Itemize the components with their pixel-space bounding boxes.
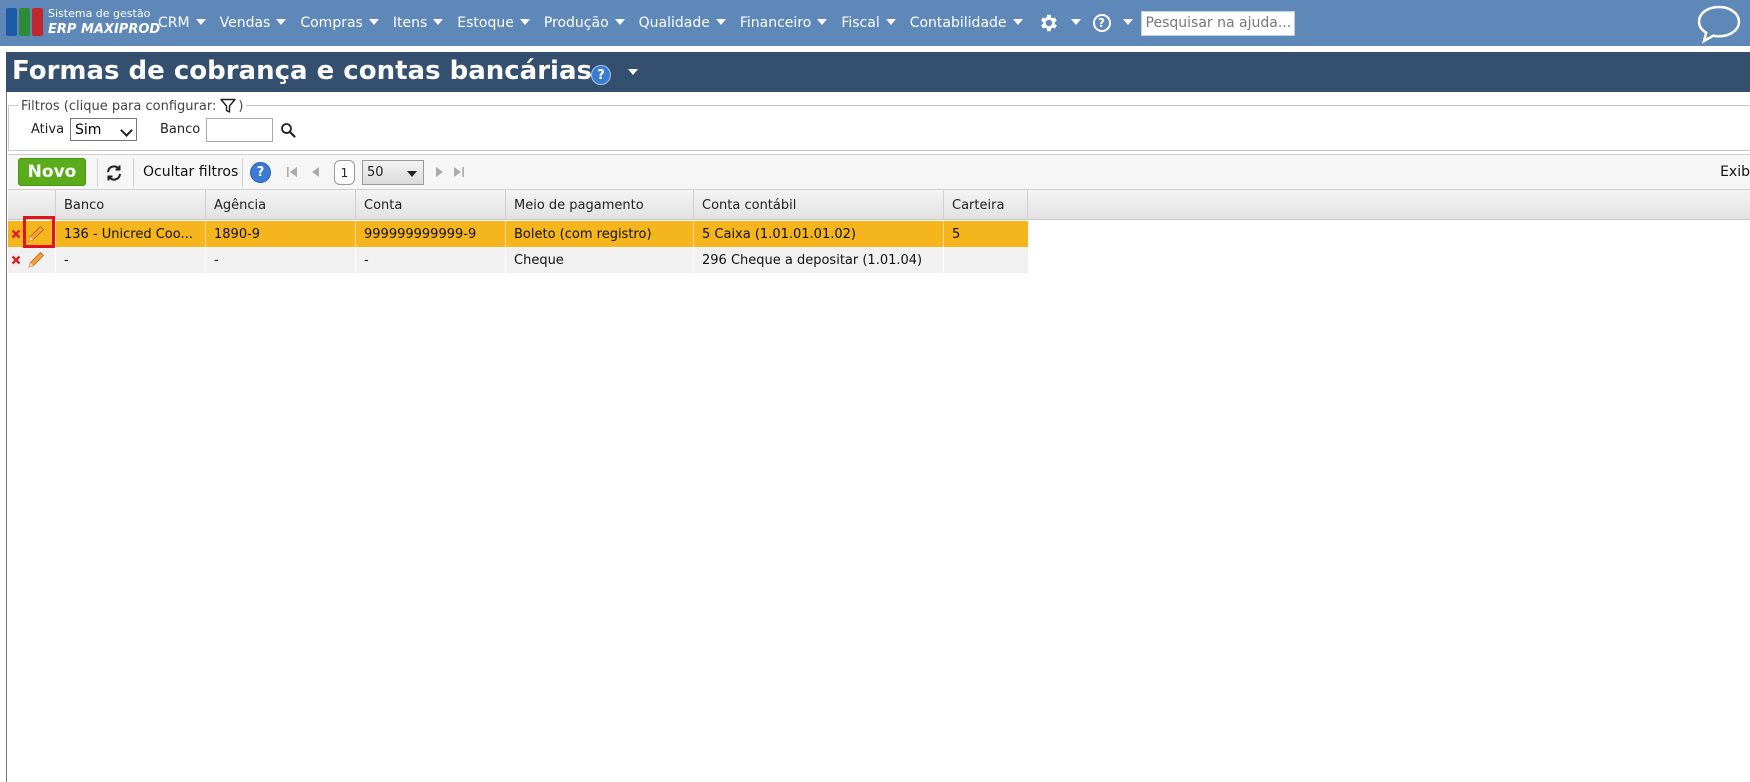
- column-header-meio-pagamento[interactable]: Meio de pagamento: [505, 190, 693, 220]
- delete-icon[interactable]: [11, 255, 21, 265]
- help-icon[interactable]: ?: [591, 65, 611, 85]
- chevron-down-icon: [368, 18, 379, 25]
- new-button[interactable]: Novo: [18, 158, 86, 186]
- search-icon[interactable]: [280, 122, 296, 138]
- help-menu[interactable]: ?: [1092, 14, 1133, 32]
- menu-vendas[interactable]: Vendas: [220, 15, 287, 31]
- chat-icon[interactable]: [1696, 4, 1742, 44]
- chevron-down-icon: [715, 18, 726, 25]
- top-navigation-bar: Sistema de gestão ERP MAXIPROD CRM Venda…: [0, 0, 1750, 46]
- filter-ativa-label: Ativa: [31, 122, 65, 137]
- edit-button-highlight: [23, 216, 55, 248]
- chevron-down-icon: [519, 18, 530, 25]
- filter-icon[interactable]: [220, 98, 237, 114]
- last-page-icon[interactable]: [453, 166, 465, 178]
- previous-page-icon[interactable]: [310, 166, 322, 178]
- content-left-border: [6, 92, 7, 782]
- cell-agencia: 1890-9: [205, 221, 355, 247]
- menu-contabilidade[interactable]: Contabilidade: [910, 15, 1023, 31]
- display-options-button[interactable]: Exib: [1720, 164, 1750, 180]
- main-menu: CRM Vendas Compras Itens Estoque Produçã…: [158, 0, 1295, 46]
- page-header: Formas de cobrança e contas bancárias ?: [6, 52, 1750, 92]
- chevron-down-icon: [276, 18, 287, 25]
- chevron-down-icon: [195, 18, 206, 25]
- menu-estoque[interactable]: Estoque: [457, 15, 530, 31]
- toolbar-divider: [242, 159, 243, 187]
- cell-meio-pagamento: Cheque: [505, 247, 693, 273]
- delete-icon[interactable]: [11, 229, 21, 239]
- chevron-down-icon: [433, 18, 444, 25]
- menu-producao[interactable]: Produção: [544, 15, 625, 31]
- cell-meio-pagamento: Boleto (com registro): [505, 221, 693, 247]
- first-page-icon[interactable]: [286, 166, 298, 178]
- cell-agencia: -: [205, 247, 355, 273]
- filter-ativa-value: Sim: [75, 121, 102, 138]
- cell-banco: 136 - Unicred Coo...: [55, 221, 205, 247]
- column-header-conta-contabil[interactable]: Conta contábil: [693, 190, 943, 220]
- cell-banco: -: [55, 247, 205, 273]
- table-row[interactable]: 136 - Unicred Coo... 1890-9 999999999999…: [8, 221, 1028, 247]
- cell-carteira: [943, 247, 1028, 273]
- menu-qualidade[interactable]: Qualidade: [639, 15, 726, 31]
- chevron-down-icon: [1122, 18, 1133, 25]
- cell-conta: 999999999999-9: [355, 221, 505, 247]
- hide-filters-button[interactable]: Ocultar filtros: [143, 164, 238, 180]
- menu-fiscal[interactable]: Fiscal: [841, 15, 896, 31]
- help-search-input[interactable]: [1140, 10, 1295, 36]
- chevron-down-icon: [1070, 18, 1081, 25]
- chevron-down-icon[interactable]: [628, 69, 638, 75]
- page-number-input[interactable]: 1: [334, 160, 355, 185]
- logo-mark: [6, 8, 44, 38]
- chevron-down-icon: [407, 171, 417, 177]
- toolbar-divider: [97, 159, 98, 187]
- chevron-down-icon: [614, 18, 625, 25]
- erp-logo[interactable]: Sistema de gestão ERP MAXIPROD: [6, 6, 160, 40]
- gear-icon: [1040, 14, 1057, 32]
- filter-banco-label: Banco: [160, 122, 201, 137]
- cell-conta-contabil: 5 Caixa (1.01.01.01.02): [693, 221, 943, 247]
- pencil-icon[interactable]: [26, 250, 46, 270]
- cell-carteira: 5: [943, 221, 1028, 247]
- menu-compras[interactable]: Compras: [300, 15, 379, 31]
- column-header-conta[interactable]: Conta: [355, 190, 505, 220]
- toolbar-divider: [133, 159, 134, 187]
- menu-crm[interactable]: CRM: [158, 15, 206, 31]
- menu-financeiro[interactable]: Financeiro: [740, 15, 828, 31]
- column-header-banco[interactable]: Banco: [55, 190, 205, 220]
- settings-menu[interactable]: [1037, 12, 1081, 34]
- grid-toolbar: Novo Ocultar filtros ? 1 50 Exib: [8, 154, 1750, 190]
- menu-itens[interactable]: Itens: [393, 15, 444, 31]
- grid-header: Banco Agência Conta Meio de pagamento Co…: [8, 190, 1750, 220]
- chevron-down-icon: [885, 18, 896, 25]
- page-title: Formas de cobrança e contas bancárias: [12, 56, 592, 86]
- next-page-icon[interactable]: [433, 166, 445, 178]
- column-header-agencia[interactable]: Agência: [205, 190, 355, 220]
- chevron-down-icon: [120, 124, 133, 137]
- chevron-down-icon: [817, 18, 828, 25]
- help-icon: ?: [1092, 14, 1111, 32]
- cell-conta-contabil: 296 Cheque a depositar (1.01.04): [693, 247, 943, 273]
- logo-title: ERP MAXIPROD: [48, 22, 161, 37]
- filter-ativa-select[interactable]: Sim: [70, 118, 137, 141]
- page-size-select[interactable]: 50: [362, 160, 424, 185]
- filters-legend[interactable]: Filtros (clique para configurar: ): [18, 98, 247, 114]
- logo-subtitle: Sistema de gestão: [48, 7, 151, 20]
- table-row[interactable]: - - - Cheque 296 Cheque a depositar (1.0…: [8, 247, 1028, 273]
- help-icon[interactable]: ?: [250, 162, 271, 183]
- filter-banco-input[interactable]: [206, 118, 273, 142]
- cell-conta: -: [355, 247, 505, 273]
- column-header-carteira[interactable]: Carteira: [943, 190, 1028, 220]
- page-size-value: 50: [367, 165, 384, 180]
- chevron-down-icon: [1012, 18, 1023, 25]
- refresh-icon[interactable]: [105, 164, 123, 182]
